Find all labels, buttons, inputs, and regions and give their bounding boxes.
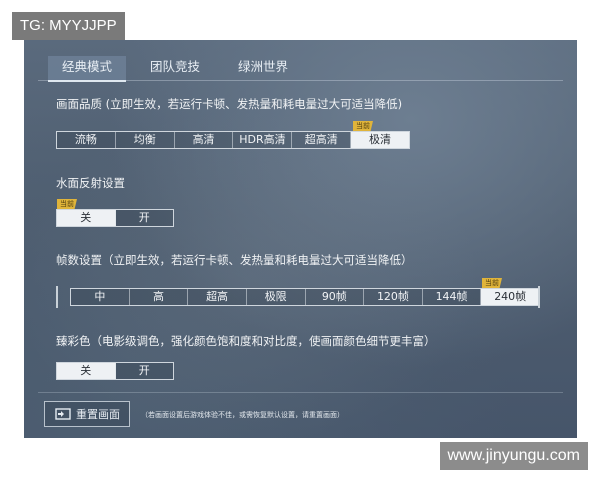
tab-oasis[interactable]: 绿洲世界 [224,56,302,80]
current-tag: 当前 [482,278,502,288]
fps-option-90[interactable]: 90帧 [305,289,365,305]
reset-label: 重置画面 [76,408,120,421]
mode-tabs: 经典模式 团队竞技 绿洲世界 [38,52,563,82]
quality-option-balanced[interactable]: 均衡 [115,132,175,148]
color-selector: 关 开 [56,362,174,380]
fps-option-144[interactable]: 144帧 [422,289,482,305]
divider [38,392,563,393]
quality-option-hd[interactable]: 高清 [174,132,234,148]
watermark-top-left: TG: MYYJJPP [12,12,125,40]
fps-title: 帧数设置（立即生效，若运行卡顿、发热量和耗电量过大可适当降低） [56,253,413,267]
quality-option-extreme[interactable]: 极清 [351,132,409,148]
color-option-on[interactable]: 开 [115,363,173,379]
fps-option-240[interactable]: 240帧 [481,289,539,305]
reset-frame-icon [55,408,71,420]
watermark-bottom-right: www.jinyungu.com [439,442,588,470]
quality-option-uhd[interactable]: 超高清 [292,132,352,148]
graphics-settings-panel: 经典模式 团队竞技 绿洲世界 画面品质 (立即生效，若运行卡顿、发热量和耗电量过… [24,40,577,438]
water-option-on[interactable]: 开 [115,210,173,226]
fps-option-120[interactable]: 120帧 [364,289,423,305]
water-selector: 关 开 [56,209,174,227]
fps-option-medium[interactable]: 中 [71,289,130,305]
current-tag: 当前 [57,199,77,209]
reset-note: （若画面设置后游戏体验不佳，或需恢复默认设置，请重置画面） [141,411,344,419]
current-tag: 当前 [353,121,373,131]
fps-selector: 中 高 超高 极限 90帧 120帧 144帧 240帧 [70,288,540,306]
fps-option-extreme[interactable]: 极限 [246,289,306,305]
fps-option-ultra[interactable]: 超高 [188,289,247,305]
water-title: 水面反射设置 [56,176,125,190]
tab-team[interactable]: 团队竞技 [136,56,214,80]
fps-option-high[interactable]: 高 [129,289,189,305]
color-title: 臻彩色（电影级调色，强化颜色饱和度和对比度，使画面颜色细节更丰富） [56,334,436,348]
color-option-off[interactable]: 关 [57,363,116,379]
reset-button[interactable]: 重置画面 [44,401,130,427]
quality-option-smooth[interactable]: 流畅 [57,132,116,148]
quality-title: 画面品质 (立即生效，若运行卡顿、发热量和耗电量过大可适当降低) [56,97,403,111]
quality-option-hdr-hd[interactable]: HDR高清 [233,132,293,148]
tab-classic[interactable]: 经典模式 [48,56,126,82]
water-option-off[interactable]: 关 [57,210,116,226]
quality-selector: 流畅 均衡 高清 HDR高清 超高清 极清 [56,131,410,149]
